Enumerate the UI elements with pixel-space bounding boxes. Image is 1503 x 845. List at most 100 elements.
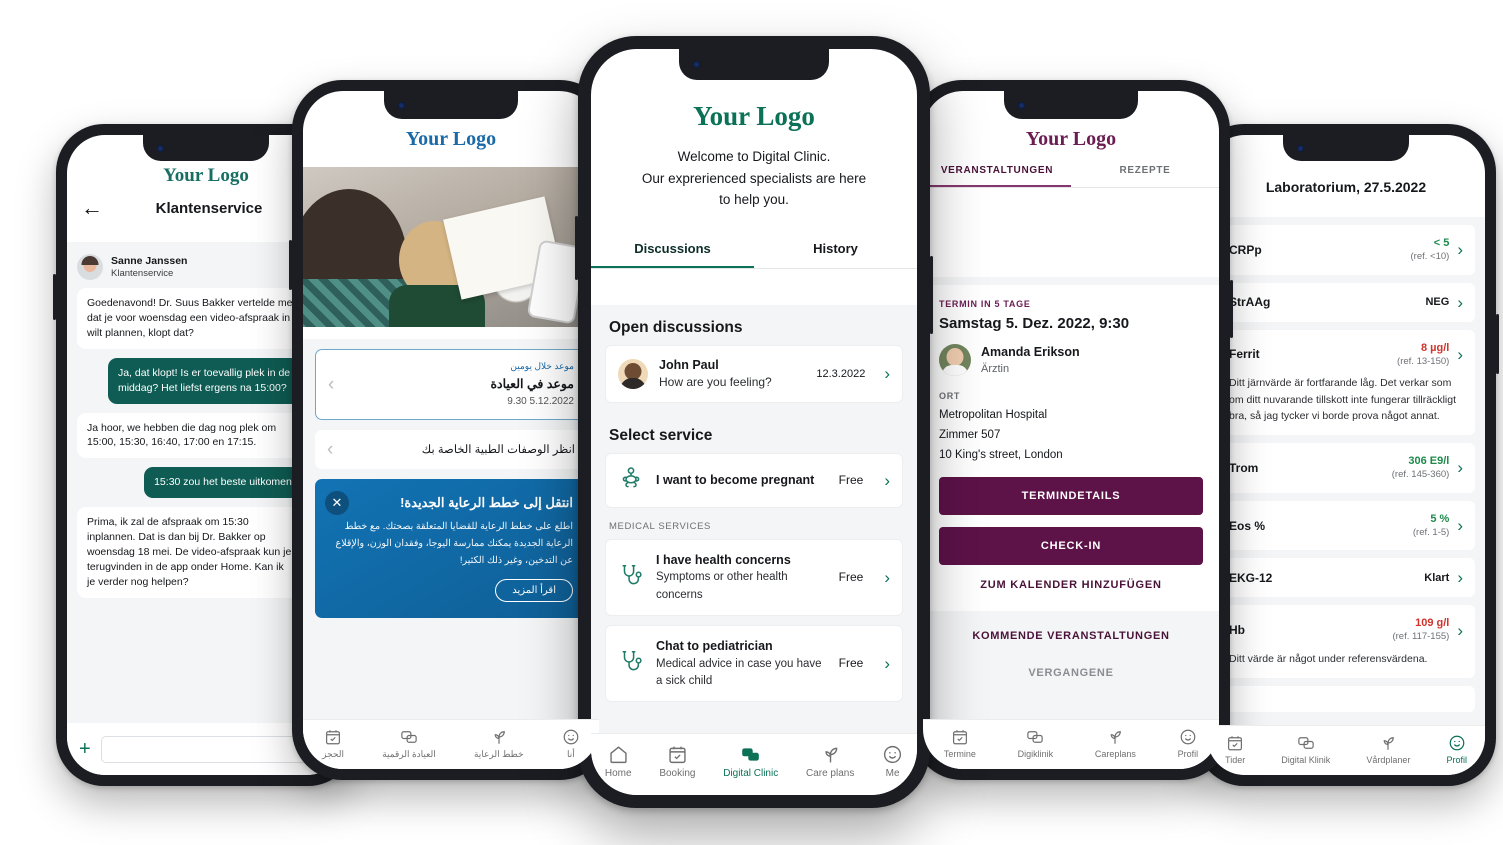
arrow-left-icon[interactable]: ← [81,197,103,219]
tab-tider[interactable]: Tider [1225,734,1245,765]
place-line: 10 King's street, London [939,449,1063,462]
tab-digiklinik[interactable]: Digiklinik [1018,728,1053,759]
tab-discussions[interactable]: Discussions [591,241,754,268]
home-content: ‹ موعد خلال يومين موعد في العيادة 5.12.2… [303,339,599,719]
select-service-heading: Select service [609,426,713,444]
smiley-icon [884,745,902,764]
tab-digital-clinic[interactable]: Digital Clinic [723,744,778,779]
tab-history[interactable]: History [754,241,917,268]
welcome-line: Welcome to Digital Clinic. [677,149,831,164]
plus-icon[interactable]: + [79,739,91,759]
result-note: Ditt värde är något under referensvärden… [1229,653,1428,666]
avatar [618,358,648,389]
tab-label: Profil [1177,749,1199,759]
tab-careplans[interactable]: Careplans [1095,728,1136,759]
discussion-date: 12.3.2022 [816,367,866,380]
tab-termine[interactable]: Termine [944,728,976,759]
chevron-right-icon: › [884,470,890,490]
chevron-right-icon: › [1457,458,1463,478]
open-discussions-heading: Open discussions [609,319,743,336]
notch [1283,135,1409,161]
screen-swedish-lab: Laboratorium, 27.5.2022 CRPp < 5 (ref. <… [1207,135,1485,775]
tab-digital-klinik[interactable]: Digital Klinik [1281,734,1330,765]
close-icon[interactable]: ✕ [325,490,349,515]
tab-vardplaner[interactable]: Vårdplaner [1366,734,1410,765]
tab-veranstaltungen[interactable]: VERANSTALTUNGEN [923,165,1071,187]
tab-home[interactable]: Home [605,744,632,779]
chevron-left-icon: ‹ [328,373,335,395]
lab-result-row[interactable]: StrAAg NEG › [1217,282,1475,322]
appointment-date: Samstag 5. Dez. 2022, 9:30 [939,315,1130,332]
tab-label: Booking [659,768,696,779]
tab-digital-clinic[interactable]: العيادة الرقمية [382,728,436,760]
bottom-tab-bar: Termine Digiklinik Careplans Profil [923,719,1219,769]
phone-arabic-home: Your Logo ‹ موعد خلال يومين موعد في العي… [289,80,610,780]
tab-label: Home [604,768,632,779]
service-subtitle: Symptoms or other health concerns [656,571,788,601]
screen-digital-clinic: Your Logo Welcome to Digital Clinic. Our… [591,49,917,795]
lab-result-row[interactable]: Hb 109 g/l (ref. 117-155) › Ditt värde ä… [1217,605,1475,679]
promo-read-more-button[interactable]: اقرأ المزيد [495,579,573,603]
tab-care-plans[interactable]: خطط الرعاية [474,728,524,760]
bottom-tab-bar: Home Booking Digital Clinic Care plans M… [591,733,917,795]
lab-results-list[interactable]: CRPp < 5 (ref. <10) › StrAAg NEG › Ferri… [1207,217,1485,725]
promo-banner[interactable]: ✕ انتقل إلى خطط الرعاية الجديدة! اطلع عل… [315,478,587,619]
discussion-preview: How are you feeling? [659,375,772,390]
medical-services-label: MEDICAL SERVICES [609,520,711,532]
chat-bubble: Goedenavond! Dr. Suus Bakker vertelde me… [77,288,305,349]
sender-role: Klantenservice [111,267,174,279]
tab-care-plans[interactable]: Care plans [806,744,854,779]
service-row-pediatrician[interactable]: Chat to pediatrician Medical advice in c… [605,624,903,703]
baby-icon [618,465,644,496]
place-label: ORT [939,390,961,401]
lab-result-row[interactable]: Eos % 5 % (ref. 1-5) › [1217,500,1475,551]
tab-profil[interactable]: Profil [1446,734,1467,765]
tab-profil[interactable]: Profil [1177,728,1199,759]
segmented-tabs: VERANSTALTUNGEN REZEPTE [923,165,1219,188]
segmented-tabs: Discussions History [591,241,917,269]
camera-icon [693,61,700,68]
chevron-right-icon: › [1457,620,1463,640]
prescriptions-link-card[interactable]: ‹ انظر الوصفات الطبية الخاصة بك [315,429,587,469]
smiley-icon [563,729,579,745]
tab-label: Profil [1446,755,1467,765]
smiley-icon [1180,729,1196,745]
appointment-details-button[interactable]: TERMINDETAILS [939,477,1203,516]
service-title: I have health concerns [656,552,791,567]
camera-icon [398,101,405,109]
bottom-tab-bar: Tider Digital Klinik Vårdplaner Profil [1207,725,1485,775]
service-row-pregnancy[interactable]: I want to become pregnant Free › [605,452,903,508]
check-in-button[interactable]: CHECK-IN [939,527,1203,566]
tab-label: Vårdplaner [1366,755,1411,765]
lab-result-row[interactable] [1217,686,1475,713]
tab-me[interactable]: Me [882,744,903,779]
add-to-calendar-link[interactable]: ZUM KALENDER HINZUFÜGEN [939,565,1203,595]
sprout-icon [1384,737,1395,750]
home-icon [610,746,627,764]
phone-digital-clinic: Your Logo Welcome to Digital Clinic. Our… [575,36,933,808]
tab-rezepte[interactable]: REZEPTE [1071,165,1219,187]
upcoming-section-heading: KOMMENDE VERANSTALTUNGEN [972,630,1170,643]
result-value: 5 % [1430,512,1450,525]
tab-booking[interactable]: الحجز [322,728,344,760]
result-label: EKG-12 [1229,570,1273,585]
welcome-line: Our exprerienced specialists are here [641,170,867,186]
tab-label: Careplans [1094,749,1136,759]
lab-result-row[interactable]: Trom 306 E9/l (ref. 145-360) › [1217,443,1475,493]
service-row-health-concerns[interactable]: I have health concerns Symptoms or other… [605,538,903,616]
lab-result-row[interactable]: Ferrit 8 µg/l (ref. 13-150) › Ditt järnv… [1217,329,1475,436]
result-value: Klart [1424,571,1450,584]
lab-result-row[interactable]: EKG-12 Klart › [1217,558,1475,598]
notch [679,49,829,80]
tab-me[interactable]: أنا [562,728,580,760]
tab-label: خطط الرعاية [473,749,524,759]
discussion-row[interactable]: John Paul How are you feeling? 12.3.2022… [605,345,903,403]
place-line: Metropolitan Hospital [939,408,1048,421]
page-title: Klantenservice [155,199,263,217]
bottom-tab-bar: الحجز العيادة الرقمية خطط الرعاية أنا [303,719,599,769]
promo-body: اطلع على خطط الرعاية للقضايا المتعلقة بص… [335,521,573,566]
tab-booking[interactable]: Booking [659,744,695,779]
appointment-card[interactable]: ‹ موعد خلال يومين موعد في العيادة 5.12.2… [315,349,587,420]
welcome-text: Welcome to Digital Clinic. Our exprerien… [591,132,917,211]
lab-result-row[interactable]: CRPp < 5 (ref. <10) › [1217,225,1475,275]
